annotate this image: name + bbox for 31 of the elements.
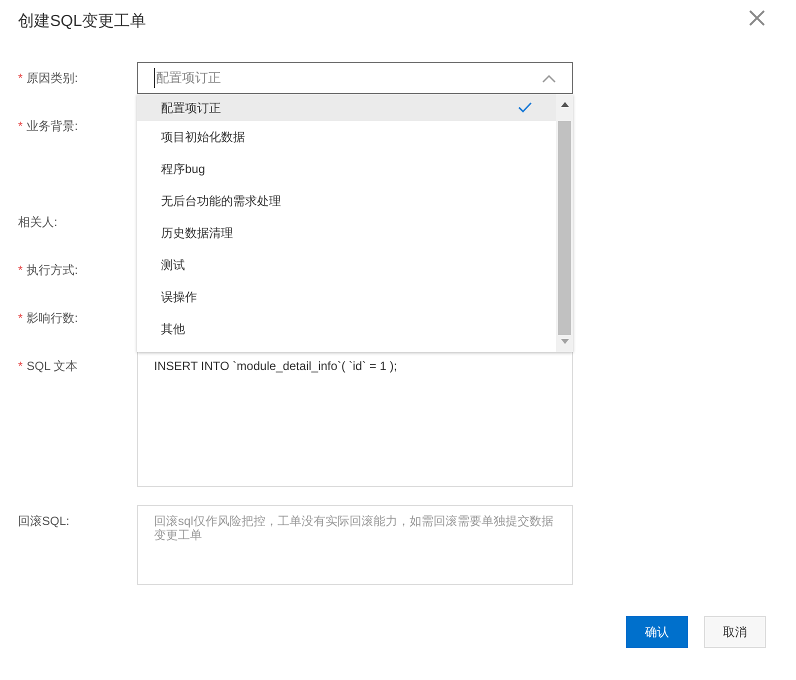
required-mark: * [18,262,23,279]
cancel-button[interactable]: 取消 [704,616,766,648]
scroll-down-icon[interactable] [560,339,568,344]
scrollbar[interactable] [556,94,573,352]
field-label: 影响行数: [26,310,78,327]
field-label: 原因类别: [26,70,78,87]
text-area[interactable]: 回滚sql仅作风险把控，工单没有实际回滚能力，如需回滚需要单独提交数据变更工单 [137,505,573,585]
field-label: 回滚SQL: [18,513,70,530]
dropdown-option[interactable]: 历史数据清理 [137,217,556,249]
field-label: 业务背景: [26,118,78,135]
dropdown-option[interactable]: 误操作 [137,281,556,313]
close-icon[interactable] [749,10,765,26]
dropdown-option[interactable]: 程序bug [137,153,556,185]
dropdown-option[interactable]: 测试 [137,249,556,281]
required-mark: * [18,70,23,87]
confirm-button[interactable]: 确认 [626,616,688,648]
scroll-up-icon[interactable] [560,102,568,107]
field-label: SQL 文本 [26,358,78,375]
field-label: 相关人: [18,214,58,231]
check-icon [518,102,532,113]
dropdown-option[interactable]: 项目初始化数据 [137,121,556,153]
required-mark: * [18,358,23,375]
required-mark: * [18,118,23,135]
chevron-up-icon [542,74,556,82]
dropdown-option[interactable]: 其他 [137,313,556,345]
field-label: 执行方式: [26,262,78,279]
required-mark: * [18,310,23,327]
dialog-title: 创建SQL变更工单 [18,12,146,32]
dropdown-option[interactable]: 无后台功能的需求处理 [137,185,556,217]
dropdown-option[interactable]: 配置项订正 [137,94,556,121]
text-area[interactable]: INSERT INTO `module_detail_info`( `id` = 1 ); [137,350,573,487]
